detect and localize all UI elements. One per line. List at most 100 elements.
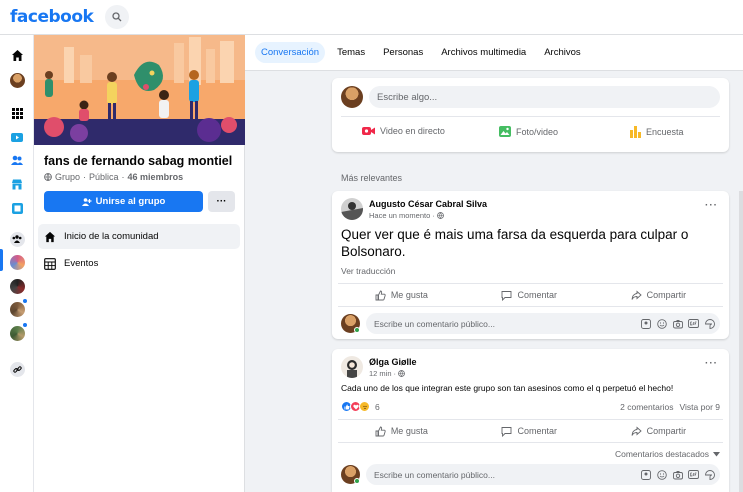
comment-box: Escribe un comentario público... xyxy=(341,464,720,486)
comment-sort-dropdown[interactable]: Comentarios destacados xyxy=(615,449,720,459)
rail-group-3[interactable] xyxy=(9,298,28,317)
globe-icon xyxy=(436,212,444,219)
comment-button[interactable]: Comentar xyxy=(501,426,557,437)
view-count[interactable]: Vista por 9 xyxy=(680,402,720,412)
scrollbar[interactable] xyxy=(739,191,743,492)
post-options-icon[interactable]: ··· xyxy=(705,200,718,211)
group-type: Grupo xyxy=(55,172,81,182)
online-dot xyxy=(354,327,360,333)
comment-button[interactable]: Comentar xyxy=(501,290,557,301)
emoji-icon[interactable] xyxy=(656,318,667,329)
avatar[interactable] xyxy=(341,198,363,220)
post-author[interactable]: Ølga Giølle xyxy=(369,357,417,367)
nav-community-home[interactable]: Inicio de la comunidad xyxy=(38,224,240,249)
facebook-logo[interactable]: facebook xyxy=(10,7,94,27)
tab-files[interactable]: Archivos xyxy=(538,42,586,63)
avatar-sticker-icon[interactable] xyxy=(640,318,651,329)
post-timestamp[interactable]: 12 min · xyxy=(369,369,405,378)
rail-watch[interactable] xyxy=(9,129,25,145)
group-privacy: Pública xyxy=(89,172,119,182)
separator: · xyxy=(393,369,397,378)
photo-icon xyxy=(499,126,511,137)
marketplace-icon xyxy=(12,179,22,189)
post-text: Quer ver que é mais uma farsa da esquerd… xyxy=(341,227,689,259)
join-group-button[interactable]: Unirse al grupo xyxy=(44,191,203,212)
group-meta: Grupo · Pública · 46 miembros xyxy=(44,172,183,182)
group-more-button[interactable]: ··· xyxy=(208,191,235,212)
gif-icon[interactable] xyxy=(688,469,699,480)
search-button[interactable] xyxy=(105,5,130,29)
tab-topics[interactable]: Temas xyxy=(331,42,371,63)
poll-button[interactable]: Encuesta xyxy=(630,126,684,138)
share-button[interactable]: Compartir xyxy=(631,426,686,437)
rail-home[interactable] xyxy=(9,47,25,63)
like-icon xyxy=(375,426,386,436)
group-tabs: Conversación Temas Personas Archivos mul… xyxy=(245,35,743,71)
join-people-icon xyxy=(81,197,92,206)
emoji-icon[interactable] xyxy=(656,469,667,480)
video-icon xyxy=(11,132,23,142)
reactions-summary[interactable]: 6 xyxy=(341,401,380,412)
like-button[interactable]: Me gusta xyxy=(375,290,428,301)
rail-profile[interactable] xyxy=(9,72,25,88)
tab-conversation[interactable]: Conversación xyxy=(255,42,326,63)
live-video-button[interactable]: Video en directo xyxy=(362,126,445,136)
comment-count[interactable]: 2 comentarios xyxy=(620,402,673,412)
tab-people[interactable]: Personas xyxy=(377,42,429,63)
group-cover-image xyxy=(34,35,245,145)
like-icon xyxy=(375,290,386,300)
post-stats: 2 comentarios Vista por 9 xyxy=(620,402,720,412)
rail-friends[interactable] xyxy=(9,152,25,168)
post-options-icon[interactable]: ··· xyxy=(705,358,718,369)
group-members[interactable]: 46 miembros xyxy=(128,172,184,182)
like-label: Me gusta xyxy=(390,426,428,436)
camera-icon[interactable] xyxy=(672,469,683,480)
poll-icon xyxy=(630,126,641,138)
reaction-count: 6 xyxy=(375,401,380,412)
rail-group-1[interactable] xyxy=(9,254,25,270)
sticker-icon[interactable] xyxy=(704,318,715,329)
rail-groups[interactable] xyxy=(9,231,25,247)
avatar-sticker-icon[interactable] xyxy=(640,469,651,480)
photo-video-button[interactable]: Foto/video xyxy=(499,126,558,137)
avatar[interactable] xyxy=(341,356,363,378)
nav-events[interactable]: Eventos xyxy=(38,251,240,276)
rail-group-2[interactable] xyxy=(9,278,25,294)
comment-sort-label: Comentarios destacados xyxy=(614,449,709,459)
see-translation-link[interactable]: Ver traducción xyxy=(341,266,395,276)
like-button[interactable]: Me gusta xyxy=(375,426,428,437)
comment-box: Escribe un comentario público... xyxy=(341,313,720,335)
post-time: Hace un momento xyxy=(369,211,431,220)
comment-label: Comentar xyxy=(517,426,557,436)
rail-menu[interactable] xyxy=(9,105,25,121)
group-thumbnail xyxy=(9,325,25,341)
poll-label: Encuesta xyxy=(646,127,684,137)
post-time: 12 min xyxy=(369,369,392,378)
comment-icon xyxy=(502,426,512,437)
live-video-icon xyxy=(362,127,375,135)
avatar[interactable] xyxy=(341,86,363,108)
left-rail xyxy=(0,35,34,492)
share-icon xyxy=(631,290,642,300)
group-name: fans de fernando sabag montiel xyxy=(44,154,233,168)
camera-icon[interactable] xyxy=(672,318,683,329)
sticker-icon[interactable] xyxy=(704,469,715,480)
post-card: Augusto César Cabral Silva Hace un momen… xyxy=(332,191,729,339)
gif-icon[interactable] xyxy=(688,318,699,329)
post-timestamp[interactable]: Hace un momento · xyxy=(369,211,444,220)
rail-link[interactable] xyxy=(9,361,25,377)
divider xyxy=(341,116,720,117)
composer-input[interactable]: Escribe algo... xyxy=(369,86,720,108)
search-icon xyxy=(112,12,122,22)
tab-media[interactable]: Archivos multimedia xyxy=(435,42,532,63)
rail-marketplace[interactable] xyxy=(9,176,25,192)
group-sidebar: fans de fernando sabag montiel Grupo · P… xyxy=(34,35,245,492)
rail-pages[interactable] xyxy=(9,200,25,216)
grid-menu-icon xyxy=(11,107,23,119)
rail-group-4[interactable] xyxy=(9,322,28,341)
post-text: Cada uno de los que integran este grupo … xyxy=(341,383,674,393)
share-button[interactable]: Compartir xyxy=(631,290,686,301)
online-dot xyxy=(354,478,360,484)
share-icon xyxy=(631,426,642,436)
post-author[interactable]: Augusto César Cabral Silva xyxy=(369,199,487,209)
